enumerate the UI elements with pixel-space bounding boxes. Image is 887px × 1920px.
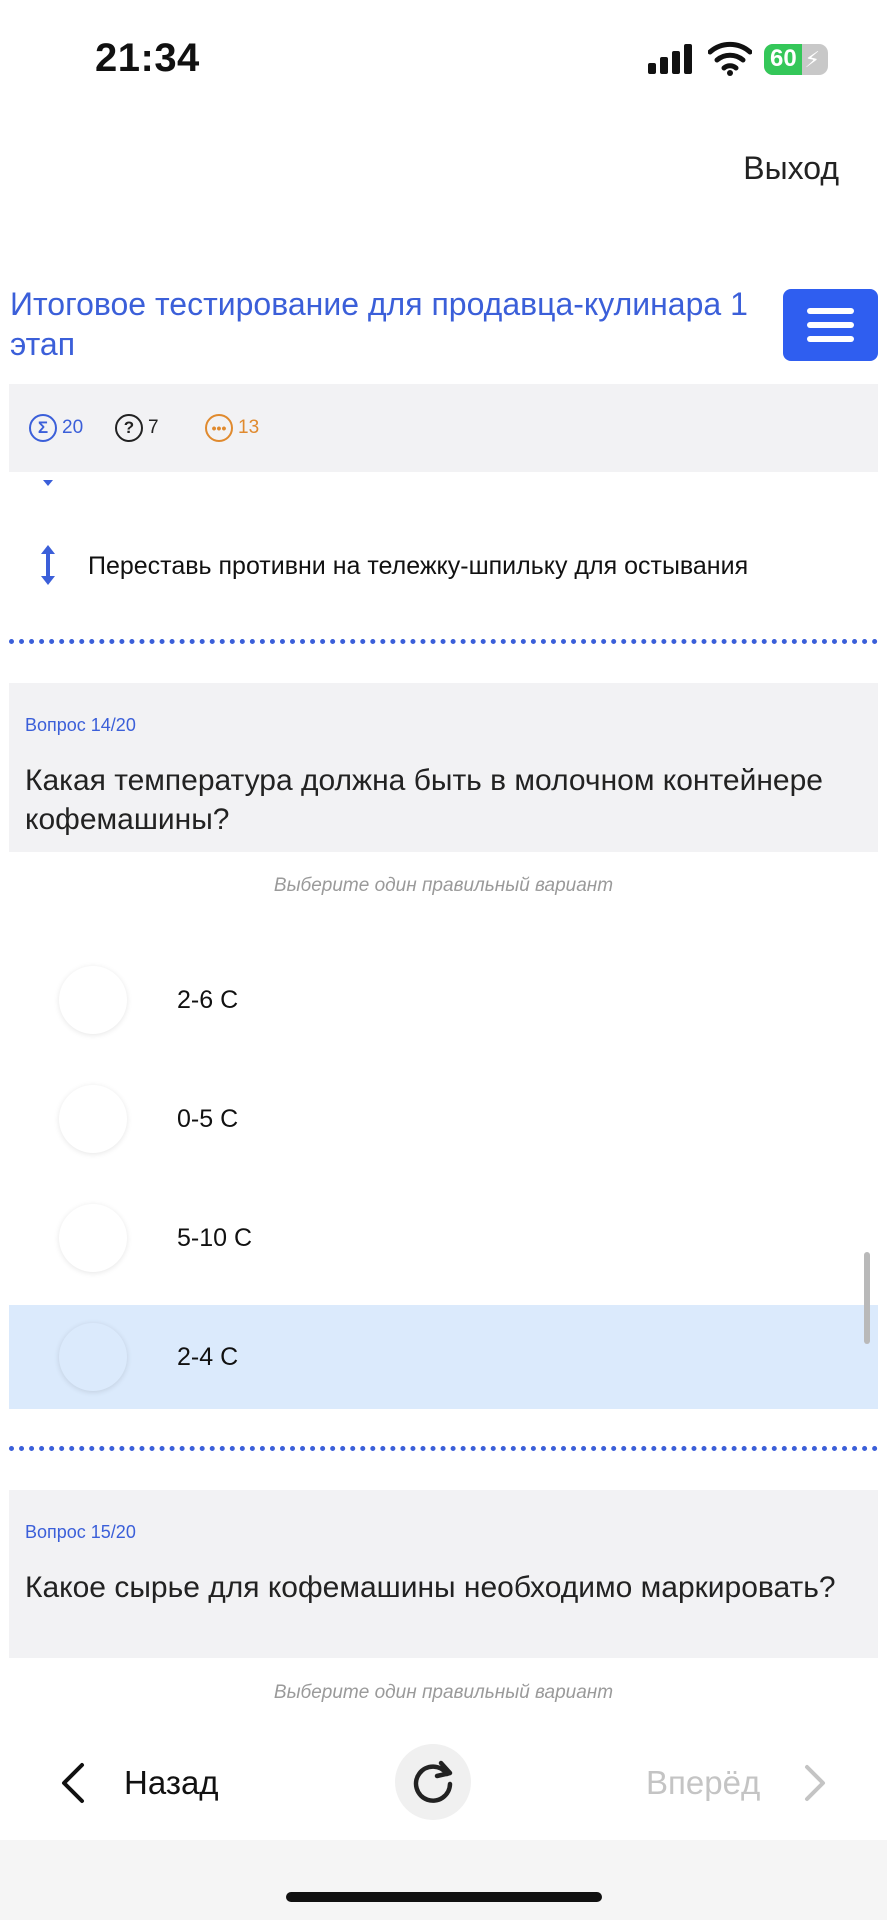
stat-answered-value: 7 xyxy=(148,417,159,438)
question-number: Вопрос 15/20 xyxy=(25,1522,136,1542)
stat-total-value: 20 xyxy=(62,417,84,438)
reload-button[interactable] xyxy=(395,1744,471,1820)
scrollbar[interactable] xyxy=(864,1252,870,1344)
status-time: 21:34 xyxy=(95,36,200,80)
section-divider xyxy=(9,1446,878,1451)
answer-option[interactable]: 5-10 С xyxy=(9,1186,878,1290)
question-text: Какое сырье для кофемашины необходимо ма… xyxy=(25,1571,836,1604)
answer-option-label: 0-5 С xyxy=(177,1105,239,1133)
chevron-left-icon xyxy=(62,1763,84,1803)
question-hint: Выберите один правильный вариант xyxy=(273,875,614,896)
question-number: Вопрос 14/20 xyxy=(25,715,136,735)
arrow-down-icon xyxy=(43,480,53,486)
hamburger-menu-icon[interactable] xyxy=(783,289,878,361)
charging-bolt-icon: ⚡ xyxy=(804,47,820,72)
radio-button[interactable] xyxy=(59,966,127,1034)
radio-button[interactable] xyxy=(59,1085,127,1153)
answer-option-selected[interactable]: 2-4 С xyxy=(9,1305,878,1409)
answer-option[interactable]: 2-6 С xyxy=(9,948,878,1052)
sum-icon: Σ xyxy=(29,414,57,442)
radio-button[interactable] xyxy=(59,1323,127,1391)
test-stats-bar: Σ 20 ? 7 ••• 13 xyxy=(9,384,878,472)
stat-remaining-value: 13 xyxy=(238,417,260,438)
answer-option-label: 2-6 С xyxy=(177,986,239,1014)
stat-total: Σ 20 xyxy=(29,414,83,442)
forward-button[interactable]: Вперёд xyxy=(646,1758,828,1808)
wifi-icon xyxy=(708,41,752,76)
bottom-navigation: Назад Вперёд xyxy=(0,1720,887,1840)
section-divider xyxy=(9,639,878,644)
radio-button[interactable] xyxy=(59,1204,127,1272)
answer-option[interactable]: 0-5 С xyxy=(9,1067,878,1171)
reload-icon xyxy=(413,1760,453,1803)
home-indicator-area xyxy=(0,1840,887,1920)
ellipsis-icon: ••• xyxy=(205,414,233,442)
battery-percent: 60 xyxy=(770,45,797,72)
status-bar: 21:34 60 ⚡ xyxy=(0,0,887,120)
question-hint: Выберите один правильный вариант xyxy=(273,1682,614,1703)
question-card: Вопрос 14/20 Какая температура должна бы… xyxy=(9,683,878,852)
drag-handle-icon[interactable] xyxy=(36,544,60,586)
back-button[interactable]: Назад xyxy=(58,1758,219,1808)
page-title: Итоговое тестирование для продавца-кулин… xyxy=(10,286,748,362)
stat-remaining: ••• 13 xyxy=(205,414,259,442)
answer-option-label: 5-10 С xyxy=(177,1224,253,1252)
stat-answered: ? 7 xyxy=(115,414,159,442)
sortable-item-label: Переставь противни на тележку-шпильку дл… xyxy=(88,552,749,580)
answer-option-label: 2-4 С xyxy=(177,1343,239,1371)
back-button-label: Назад xyxy=(124,1764,219,1801)
battery-charging-icon: 60 ⚡ xyxy=(764,44,828,75)
sortable-item[interactable]: Переставь противни на тележку-шпильку дл… xyxy=(0,540,887,592)
home-indicator[interactable] xyxy=(286,1892,602,1902)
chevron-right-icon xyxy=(805,1765,826,1801)
question-text: Какая температура должна быть в молочном… xyxy=(25,764,823,836)
exit-button[interactable]: Выход xyxy=(743,150,839,187)
forward-button-label: Вперёд xyxy=(646,1764,761,1801)
question-card: Вопрос 15/20 Какое сырье для кофемашины … xyxy=(9,1490,878,1658)
question-icon: ? xyxy=(115,414,143,442)
signal-icon xyxy=(648,44,694,74)
